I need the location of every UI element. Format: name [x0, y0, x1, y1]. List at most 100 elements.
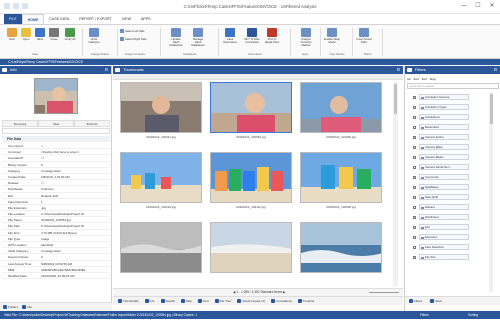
ribbon-button-close[interactable]: Close	[46, 27, 62, 49]
bottom-tab-folders[interactable]: Folders	[3, 305, 18, 310]
filter-item-annotation-types[interactable]: Annotation Types	[407, 102, 499, 112]
thumbnail-image[interactable]	[120, 82, 202, 133]
filter-item-file-size[interactable]: File Size	[407, 252, 499, 262]
thumbnail-image[interactable]	[300, 82, 382, 133]
filter-checkbox[interactable]	[413, 185, 416, 189]
minimize-button[interactable]: —	[460, 3, 468, 10]
filter-checkbox[interactable]	[413, 255, 416, 259]
filter-item-camera-serial-num[interactable]: Camera Serial Num...	[407, 162, 499, 172]
undo-quick-icon[interactable]	[13, 3, 19, 9]
filter-item-extension[interactable]: Extension	[407, 232, 499, 242]
filter-item-box[interactable]: Extension	[419, 234, 469, 240]
bottom-tab-map[interactable]: Map	[181, 299, 192, 304]
scrollbar-thumb[interactable]	[489, 94, 493, 124]
close-button[interactable]: ✕	[488, 3, 496, 10]
ribbon-button-invert-smart-filter[interactable]: Invert Smart Filter	[356, 27, 372, 49]
filter-checkbox[interactable]	[413, 145, 416, 149]
filter-item-camera-make[interactable]: Camera Make	[407, 142, 499, 152]
filter-checkbox[interactable]	[413, 235, 416, 239]
thumbnail-image[interactable]	[300, 222, 382, 273]
maximize-button[interactable]: ☐	[474, 3, 482, 10]
ribbon-button-update-hash-databases[interactable]: Update Hash Databases	[168, 27, 184, 49]
bottom-tab-info[interactable]: Info	[22, 305, 32, 310]
page-navigation[interactable]: ◀ 1 - 1,055 / 1,352 Standard Items ▶	[233, 290, 285, 294]
tab-report-export[interactable]: REPORT / EXPORT	[74, 14, 117, 24]
ribbon-button-case-information[interactable]: Case Information	[222, 27, 238, 49]
filter-item-box[interactable]: Camera Model	[419, 154, 469, 160]
filter-item-databases[interactable]: Databases	[407, 182, 499, 192]
filter-checkbox[interactable]	[413, 115, 416, 119]
status-filters[interactable]: Filters	[420, 313, 429, 317]
tab-case-data[interactable]: CASE DATA	[44, 14, 74, 24]
filter-item-box[interactable]: Camera Author	[419, 134, 469, 140]
filter-checkbox[interactable]	[413, 155, 416, 159]
file-data-section[interactable]: File Data	[2, 136, 110, 142]
thumbnail-item[interactable]: 20181022_100954.jpg	[207, 82, 295, 142]
filter-item-date-exif[interactable]: Date (Exif)	[407, 192, 499, 202]
filter-checkbox[interactable]	[413, 135, 416, 139]
filter-item-annotation-sources[interactable]: Annotation Sources	[407, 92, 499, 102]
redo-quick-icon[interactable]	[22, 3, 28, 9]
subtab-view[interactable]: View	[38, 120, 74, 127]
thumbnail-image[interactable]	[120, 152, 202, 203]
tab-apps[interactable]: APPS	[136, 14, 156, 24]
filter-checkbox[interactable]	[413, 195, 416, 199]
filter-tool-exif[interactable]: Exif	[414, 77, 419, 81]
info-search-input[interactable]	[2, 128, 110, 134]
thumbnail-item[interactable]	[297, 222, 385, 282]
bottom-tab-thumbnails[interactable]: Thumbnails	[118, 299, 139, 304]
filter-item-box[interactable]: Camera Make	[419, 144, 469, 150]
filter-item-box[interactable]: Camera Serial Num...	[419, 164, 469, 170]
bottom-tab-file-tree[interactable]: File Tree	[214, 299, 231, 304]
tab-home[interactable]: HOME	[21, 14, 45, 24]
filter-item-distributed[interactable]: Distributed	[407, 212, 499, 222]
ribbon-button-99-7-files-completed[interactable]: 99.7 % Files Completed	[244, 27, 260, 49]
ribbon-button-manage-hash-databases[interactable]: Manage Hash Databases	[190, 27, 206, 49]
filter-checkbox[interactable]	[413, 175, 416, 179]
filter-checkbox[interactable]	[413, 245, 416, 249]
filter-checkbox[interactable]	[413, 165, 416, 169]
thumbnail-item[interactable]: 20181022_101030.jpg	[297, 82, 385, 142]
filter-item-box[interactable]: Annotations	[419, 114, 469, 120]
property-row[interactable]: Modified Date 10/22/2018, 10:09:54 AM	[2, 273, 110, 280]
thumbnails-scrollbar[interactable]	[393, 82, 398, 286]
bottom-tab-grid[interactable]: Grid	[197, 299, 209, 304]
filter-checkbox[interactable]	[413, 225, 416, 229]
bottom-tab-annotations[interactable]: Annotations	[271, 299, 292, 304]
filter-item-box[interactable]: Exif	[419, 224, 469, 230]
bottom-tab-timeline[interactable]: Timeline	[297, 299, 314, 304]
scrollbar-thumb[interactable]	[394, 84, 397, 114]
ribbon-button-analyze-forensic-marker[interactable]: Analyze Forensic Marker	[298, 27, 314, 49]
thumbnail-item[interactable]: 20181022_104500.jpg	[297, 152, 385, 212]
thumbnail-item[interactable]: 20181022_100041.jpg	[117, 82, 205, 142]
pin-icon[interactable]: ⊟	[397, 66, 400, 74]
filter-tool-text[interactable]: Aa	[407, 77, 411, 81]
bottom-tab-search[interactable]: Search	[160, 299, 175, 304]
filter-item-face-detection[interactable]: Face Detection	[407, 242, 499, 252]
ribbon-button-verify-all[interactable]: Verify All	[62, 27, 78, 49]
filter-item-deleted[interactable]: Deleted	[407, 202, 499, 212]
filter-tool-exif-2[interactable]: Exif	[422, 77, 427, 81]
ribbon-button-undo-category[interactable]: Undo Category	[86, 27, 102, 49]
filter-item-camera-model[interactable]: Camera Model	[407, 152, 499, 162]
filter-item-comments[interactable]: Comments	[407, 172, 499, 182]
filter-item-box[interactable]: Distributed	[419, 214, 469, 220]
status-sorting[interactable]: Sorting	[468, 313, 478, 317]
select-left-side-button[interactable]: Select Left Side	[120, 29, 145, 34]
bottom-tab-save[interactable]: Save	[430, 299, 442, 304]
filter-item-box[interactable]: Deleted	[419, 204, 469, 210]
filter-item-annotations[interactable]: Annotations	[407, 112, 499, 122]
filter-item-box[interactable]: Databases	[419, 184, 469, 190]
subtab-summary[interactable]: Summary	[2, 120, 38, 127]
save-quick-icon[interactable]	[4, 3, 10, 9]
bottom-tab-info[interactable]: Info	[144, 299, 155, 304]
filter-item-camera-author[interactable]: Camera Author	[407, 132, 499, 142]
tab-view[interactable]: VIEW	[117, 14, 136, 24]
thumbnail-image[interactable]	[120, 222, 202, 273]
zoom-slider[interactable]	[369, 292, 399, 293]
filter-item-box[interactable]: Annotation Sources	[419, 94, 469, 100]
thumbnail-image[interactable]	[210, 222, 292, 273]
ribbon-button-enable-dialy-mode[interactable]: Enable Dialy Mode	[324, 27, 340, 49]
filter-tool-flag[interactable]: Flag	[430, 77, 436, 81]
filter-item-box[interactable]: Annotation Types	[419, 104, 469, 110]
